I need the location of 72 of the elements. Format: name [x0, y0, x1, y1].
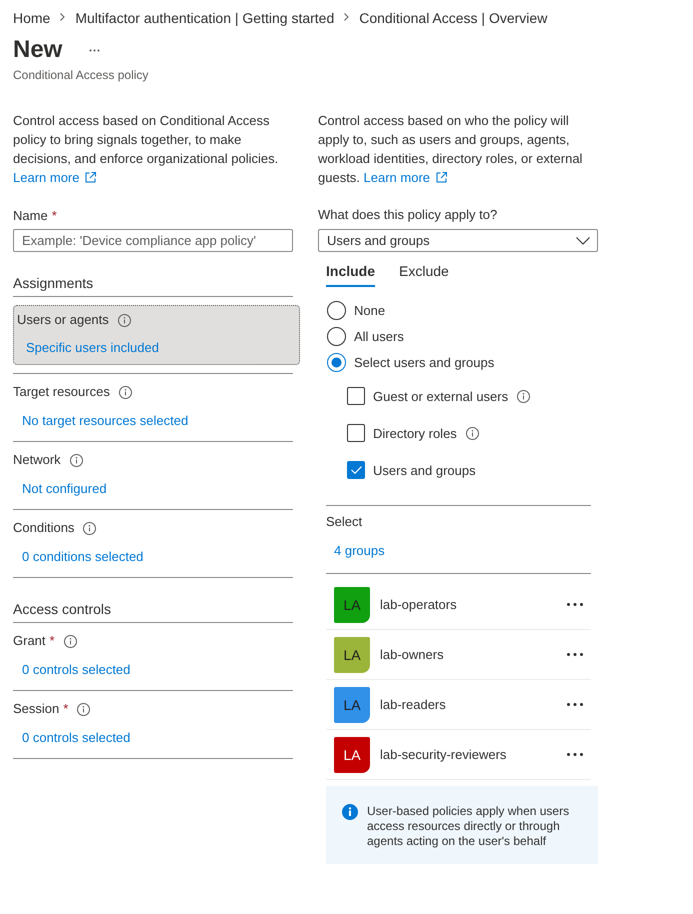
page-title: New — [13, 36, 62, 64]
required-mark: * — [50, 632, 55, 650]
checkbox[interactable] — [347, 387, 365, 405]
radio-label: All users — [354, 328, 404, 344]
description-text: Control access based on who the policy will apply to, such as users and groups, agents, workload identities, directory roles, or external guests. Learn more — [318, 112, 584, 187]
chevron-down-icon — [576, 236, 590, 244]
field-label: Name — [13, 207, 48, 225]
group-avatar: LA — [334, 636, 370, 672]
notice-text: User-based policies apply when users access resources directly or through agents acting on the user's behalf — [367, 804, 570, 848]
groups-link[interactable]: 4 groups — [334, 541, 385, 561]
more-icon[interactable] — [567, 603, 583, 606]
group-name: lab-operators — [380, 597, 457, 612]
radio-button[interactable] — [327, 352, 346, 372]
more-icon[interactable] — [567, 703, 583, 706]
item-value-link[interactable]: 0 conditions selected — [22, 547, 144, 567]
tab[interactable]: Include — [326, 261, 376, 287]
assignment-item[interactable]: Session * 0 controls selected — [13, 699, 293, 748]
item-label: Network — [13, 451, 61, 469]
field-label: What does this policy apply to? — [318, 206, 498, 224]
required-mark: * — [63, 700, 68, 718]
group-name: lab-owners — [380, 647, 444, 662]
more-icon[interactable] — [567, 653, 583, 656]
checkbox-label: Directory roles — [373, 426, 457, 440]
group-avatar: LA — [334, 586, 370, 622]
breadcrumb-link[interactable]: Multifactor authentication | Getting started — [75, 9, 334, 27]
checkbox[interactable] — [347, 461, 365, 479]
page-subtitle: Conditional Access policy — [13, 68, 150, 82]
section-heading: Assignments — [13, 273, 293, 297]
apply-to-dropdown[interactable]: Users and groups — [318, 229, 598, 252]
item-value-link[interactable]: No target resources selected — [22, 411, 188, 431]
select-label: Select — [326, 513, 364, 531]
learn-more-link[interactable]: Learn more — [364, 170, 448, 185]
assignment-item[interactable]: Network Not configured — [13, 450, 293, 499]
assignment-item[interactable]: Grant * 0 controls selected — [13, 631, 293, 680]
description-text: Control access based on Conditional Access policy to bring signals together, to make decisions, and enforce organizational policies. Learn more — [13, 112, 280, 187]
external-link-icon — [436, 172, 448, 183]
item-value-link[interactable]: 0 controls selected — [22, 660, 130, 680]
tab[interactable]: Exclude — [399, 261, 449, 287]
group-name: lab-readers — [380, 697, 446, 712]
radio-button[interactable] — [327, 300, 346, 320]
checkbox[interactable] — [347, 424, 365, 442]
info-icon — [342, 804, 358, 820]
item-value-link[interactable]: Not configured — [22, 479, 107, 499]
item-label: Users or agents — [17, 311, 109, 329]
item-label: Target resources — [13, 383, 110, 401]
item-label: Conditions — [13, 519, 74, 537]
required-mark: * — [52, 207, 57, 225]
more-icon[interactable] — [89, 48, 100, 52]
assignment-item[interactable]: Users or agents Specific users included — [13, 305, 300, 365]
group-avatar: LA — [334, 686, 370, 722]
item-label: Session — [13, 700, 60, 718]
checkbox-label: Guest or external users — [373, 388, 508, 404]
checkmark-icon — [350, 466, 362, 474]
item-label: Grant — [13, 632, 46, 650]
radio-label: Select users and groups — [354, 354, 494, 370]
section-heading: Access controls — [13, 599, 293, 623]
more-icon[interactable] — [567, 753, 583, 756]
assignment-item[interactable]: Target resources No target resources selected — [13, 382, 293, 431]
chevron-right-icon — [344, 13, 350, 21]
item-value-link[interactable]: 0 controls selected — [22, 728, 130, 748]
checkbox-label: Users and groups — [373, 462, 476, 478]
chevron-right-icon — [60, 13, 66, 21]
assignment-item[interactable]: Conditions 0 conditions selected — [13, 518, 293, 567]
breadcrumb-link[interactable]: Home — [13, 9, 50, 27]
breadcrumb-link[interactable]: Conditional Access | Overview — [359, 9, 548, 27]
external-link-icon — [85, 172, 96, 183]
group-name: lab-security-reviewers — [380, 747, 506, 762]
radio-button[interactable] — [327, 326, 346, 346]
learn-more-link[interactable]: Learn more — [13, 170, 96, 185]
radio-label: None — [354, 302, 386, 318]
name-input[interactable]: Example: 'Device compliance app policy' — [13, 229, 293, 252]
group-avatar: LA — [334, 736, 370, 772]
